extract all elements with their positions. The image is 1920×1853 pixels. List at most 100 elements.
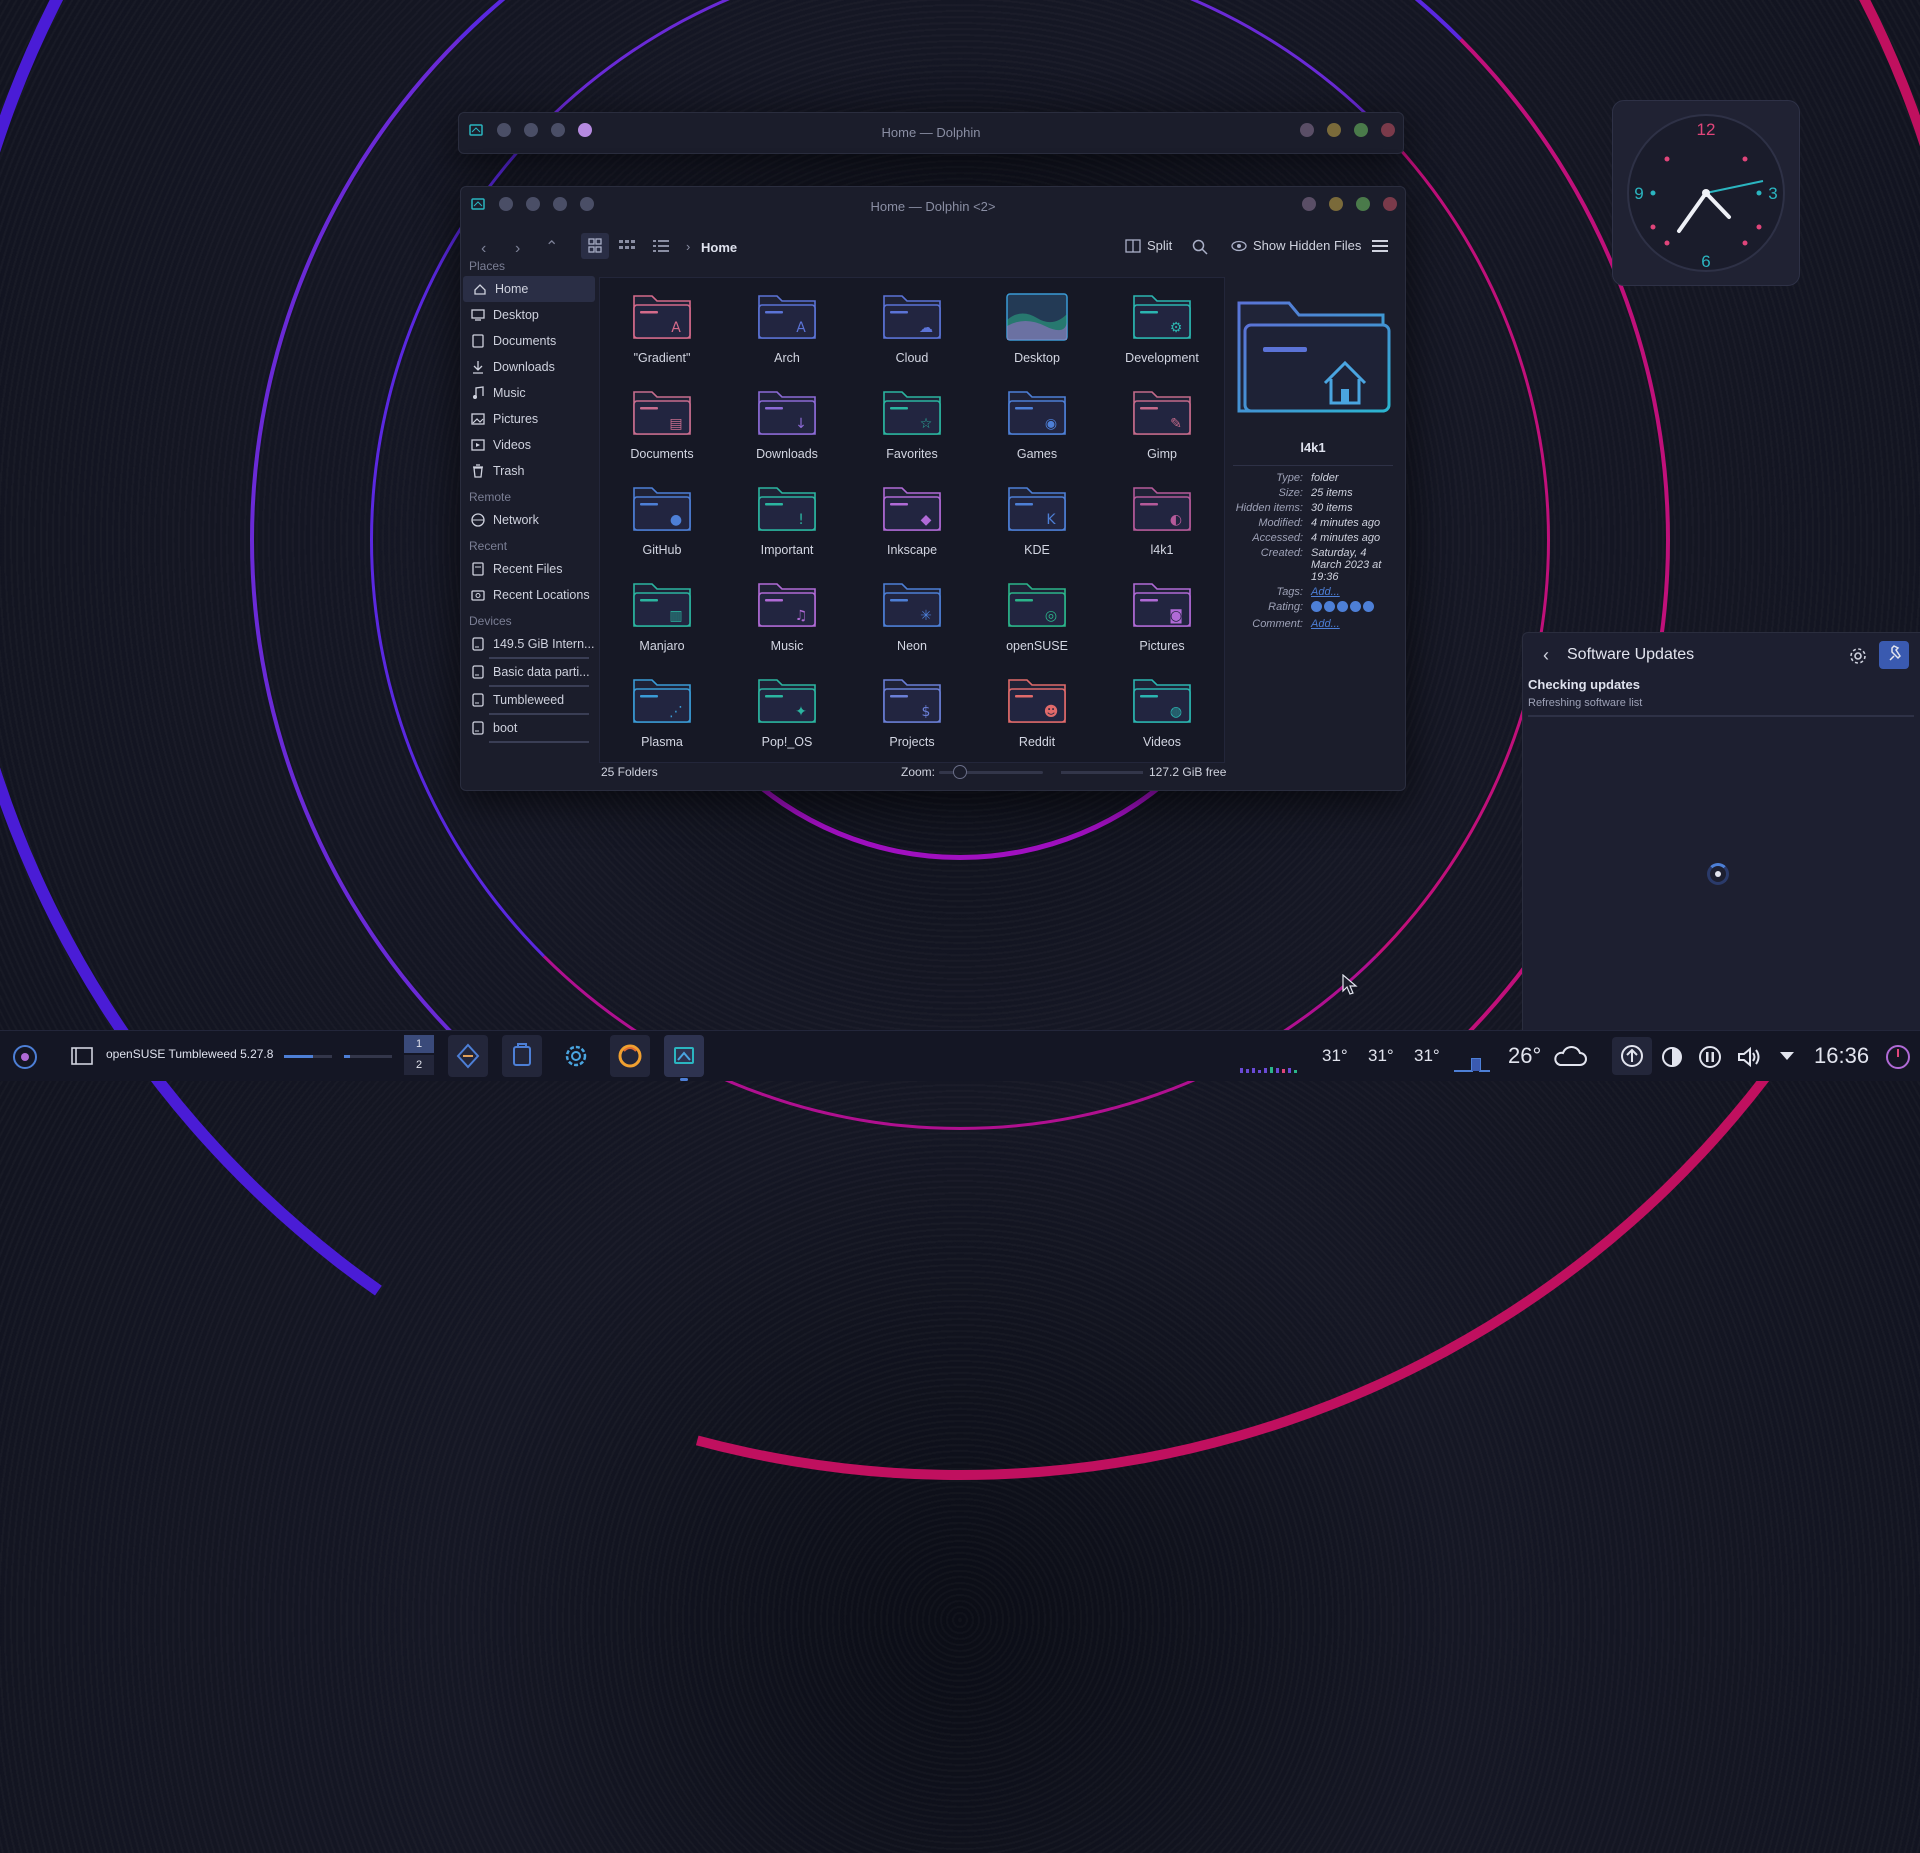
gear-icon[interactable]: [1849, 647, 1867, 665]
folder-item[interactable]: ! Important: [732, 482, 842, 557]
sidebar-item-videos[interactable]: Videos: [461, 432, 597, 458]
pin-button[interactable]: [1879, 641, 1909, 669]
breadcrumb-home[interactable]: Home: [701, 240, 737, 255]
zoom-slider-handle[interactable]: [953, 765, 967, 779]
back-arrow-icon[interactable]: ‹: [1543, 645, 1549, 666]
folder-label: Plasma: [641, 735, 683, 749]
svg-text:A: A: [671, 320, 681, 336]
volume-icon[interactable]: [1736, 1045, 1762, 1069]
folder-item[interactable]: ✎ Gimp: [1107, 386, 1217, 461]
folder-item[interactable]: ◐ l4k1: [1107, 482, 1217, 557]
sidebar-item-desktop[interactable]: Desktop: [461, 302, 597, 328]
file-view[interactable]: A "Gradient" A Arch ☁ Cloud Desktop ⚙ Developmen…: [599, 277, 1225, 763]
folder-item[interactable]: ☁ Cloud: [857, 290, 967, 365]
rating-star-icon[interactable]: [1311, 601, 1322, 612]
split-button[interactable]: Split: [1125, 238, 1172, 253]
folder-item[interactable]: ☻ Reddit: [982, 674, 1092, 749]
tray-expand-chevron-icon[interactable]: [1778, 1049, 1796, 1063]
sidebar-item-basic-data-parti[interactable]: Basic data parti...: [461, 659, 597, 685]
folder-item[interactable]: ◆ Inkscape: [857, 482, 967, 557]
sidebar-item-recent-locations[interactable]: Recent Locations: [461, 582, 597, 608]
sidebar-item-downloads[interactable]: Downloads: [461, 354, 597, 380]
maximize-button[interactable]: [1356, 197, 1370, 211]
folder-item[interactable]: ⚙ Development: [1107, 290, 1217, 365]
folder-item[interactable]: ◉ Games: [982, 386, 1092, 461]
sidebar-item-tumbleweed[interactable]: Tumbleweed: [461, 687, 597, 713]
digital-clock[interactable]: 16:36: [1814, 1043, 1869, 1069]
sidebar-item-music[interactable]: Music: [461, 380, 597, 406]
search-icon[interactable]: [1192, 239, 1208, 255]
folder-item[interactable]: ⋰ Plasma: [607, 674, 717, 749]
zoom-slider[interactable]: [939, 765, 1043, 779]
folder-item[interactable]: ☆ Favorites: [857, 386, 967, 461]
dolphin-window-front[interactable]: Home — Dolphin <2> ‹ › ⌃ › Home Split Sh…: [460, 186, 1406, 791]
folder-item[interactable]: A "Gradient": [607, 290, 717, 365]
close-button[interactable]: [1381, 123, 1395, 137]
taskbar-app-settings[interactable]: [556, 1035, 596, 1077]
minimize-button[interactable]: [1329, 197, 1343, 211]
cloud-weather-icon[interactable]: [1552, 1045, 1588, 1069]
rating-star-icon[interactable]: [1324, 601, 1335, 612]
rating-star-icon[interactable]: [1363, 601, 1374, 612]
analog-clock-widget[interactable]: 12 3 6 9: [1612, 100, 1800, 286]
sidebar-item-149-5-gib-intern[interactable]: 149.5 GiB Intern...: [461, 631, 597, 657]
taskbar-app-discover[interactable]: [502, 1035, 542, 1077]
info-key: Type:: [1276, 472, 1303, 484]
show-hidden-files-button[interactable]: Show Hidden Files: [1231, 238, 1361, 253]
rating-star-icon[interactable]: [1337, 601, 1348, 612]
folder-label: Games: [1016, 447, 1058, 461]
pager-desktop-1[interactable]: 1: [404, 1035, 434, 1053]
dolphin-window-back[interactable]: Home — Dolphin: [458, 112, 1404, 154]
maximize-button[interactable]: [1354, 123, 1368, 137]
info-value[interactable]: Add...: [1311, 586, 1393, 598]
folder-item[interactable]: A Arch: [732, 290, 842, 365]
sidebar-item-trash[interactable]: Trash: [461, 458, 597, 484]
sidebar-item-documents[interactable]: Documents: [461, 328, 597, 354]
folder-item[interactable]: K KDE: [982, 482, 1092, 557]
split-icon: [1125, 238, 1141, 253]
sidebar-item-label: boot: [493, 721, 518, 735]
sidebar-item-pictures[interactable]: Pictures: [461, 406, 597, 432]
sidebar-section-header: Remote: [469, 490, 512, 504]
media-pause-icon[interactable]: [1698, 1045, 1722, 1069]
folder-item[interactable]: ✦ Pop!_OS: [732, 674, 842, 749]
help-button[interactable]: [1302, 197, 1316, 211]
pager-desktop-2[interactable]: 2: [404, 1055, 434, 1075]
folder-item[interactable]: ✳ Neon: [857, 578, 967, 653]
sidebar-item-home[interactable]: Home: [463, 276, 595, 302]
folder-item[interactable]: ♫ Music: [732, 578, 842, 653]
weather-temperature[interactable]: 26°: [1508, 1043, 1541, 1069]
minimize-button[interactable]: [1327, 123, 1341, 137]
folder-icon: ☁: [883, 295, 941, 339]
close-button[interactable]: [1383, 197, 1397, 211]
sidebar-item-recent-files[interactable]: Recent Files: [461, 556, 597, 582]
folder-item[interactable]: $ Projects: [857, 674, 967, 749]
sidebar-item-network[interactable]: Network: [461, 507, 597, 533]
application-launcher-icon[interactable]: [12, 1044, 38, 1070]
folder-item[interactable]: ▤ Documents: [607, 386, 717, 461]
sidebar-item-boot[interactable]: boot: [461, 715, 597, 741]
power-icon[interactable]: [1884, 1043, 1912, 1071]
info-value[interactable]: Add...: [1311, 618, 1393, 630]
updates-tray-button[interactable]: [1612, 1037, 1652, 1075]
folder-item[interactable]: ▥ Manjaro: [607, 578, 717, 653]
compact-view-icon[interactable]: [617, 237, 637, 255]
night-color-icon[interactable]: [1660, 1045, 1684, 1069]
window-list-icon[interactable]: [70, 1045, 94, 1067]
taskbar-app-kate[interactable]: [448, 1035, 488, 1077]
folder-item[interactable]: ◍ Videos: [1107, 674, 1217, 749]
folder-item[interactable]: ◎ openSUSE: [982, 578, 1092, 653]
folder-item[interactable]: Desktop: [982, 290, 1092, 365]
rating-stars[interactable]: [1311, 601, 1393, 615]
folder-item[interactable]: ◙ Pictures: [1107, 578, 1217, 653]
svg-text:!: !: [798, 512, 804, 528]
hamburger-menu-icon[interactable]: [1372, 239, 1388, 253]
help-button[interactable]: [1300, 123, 1314, 137]
details-view-icon[interactable]: [651, 237, 671, 255]
taskbar-app-firefox[interactable]: [610, 1035, 650, 1077]
software-updates-popup[interactable]: ‹ Software Updates Checking updates Refr…: [1522, 632, 1920, 1032]
folder-item[interactable]: ↓ Downloads: [732, 386, 842, 461]
taskbar-app-dolphin[interactable]: [664, 1035, 704, 1081]
folder-item[interactable]: ● GitHub: [607, 482, 717, 557]
rating-star-icon[interactable]: [1350, 601, 1361, 612]
